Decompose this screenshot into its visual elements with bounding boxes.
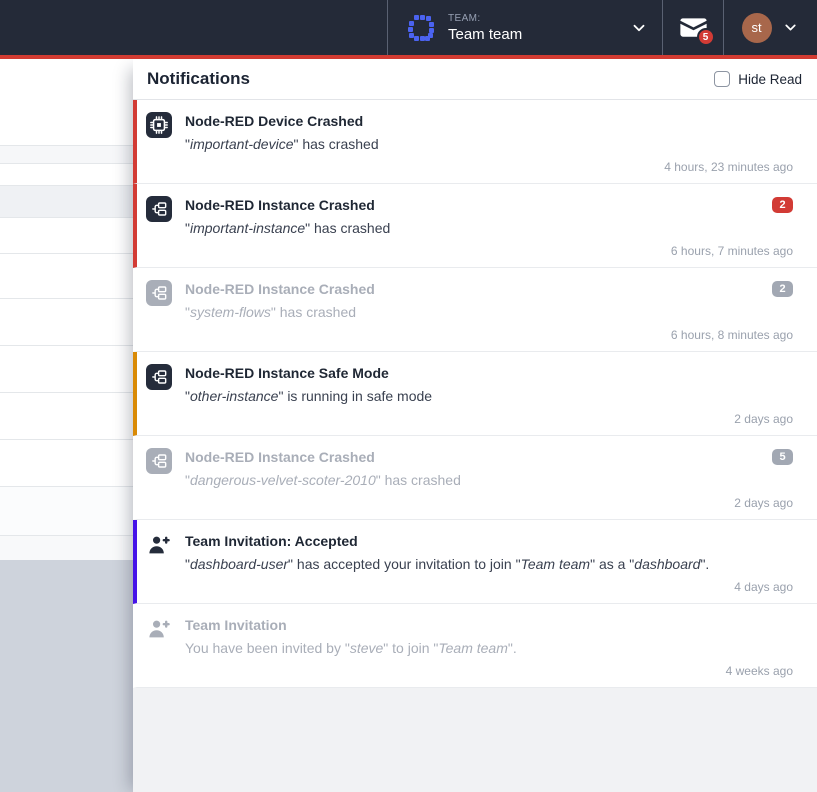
user-add-icon	[146, 532, 172, 558]
notification-time: 2 days ago	[734, 412, 793, 435]
top-navbar: TEAM: Team team 5 st	[0, 0, 817, 59]
underlay-divider	[0, 253, 133, 254]
underlay-divider	[0, 345, 133, 346]
notification-badge: 2	[772, 197, 793, 213]
underlay-row	[0, 146, 133, 163]
notification-message: "dashboard-user" has accepted your invit…	[185, 555, 793, 573]
notification-time: 2 days ago	[734, 496, 793, 519]
team-selector[interactable]: TEAM: Team team	[387, 0, 662, 55]
notification-title: Node-RED Instance Crashed	[185, 280, 375, 298]
notifications-list: Node-RED Device Crashed "important-devic…	[133, 100, 817, 688]
instance-icon	[146, 448, 172, 474]
hide-read-label: Hide Read	[738, 72, 802, 87]
underlay-divider	[0, 163, 133, 164]
notification-item[interactable]: Node-RED Instance Crashed 2 "important-i…	[133, 184, 817, 268]
navbar-spacer	[0, 0, 387, 55]
team-label: TEAM:	[448, 13, 630, 24]
notification-title: Node-RED Instance Crashed	[185, 196, 375, 214]
notification-title: Team Invitation	[185, 616, 287, 634]
notification-message: "important-device" has crashed	[185, 135, 793, 153]
notification-message: "important-instance" has crashed	[185, 219, 793, 237]
instance-icon	[146, 280, 172, 306]
notification-time: 4 weeks ago	[726, 664, 793, 687]
underlay-divider	[0, 392, 133, 393]
notification-item[interactable]: Node-RED Instance Safe Mode "other-insta…	[133, 352, 817, 436]
hide-read-toggle[interactable]: Hide Read	[714, 71, 802, 87]
notifications-header: Notifications Hide Read	[133, 59, 817, 100]
notification-title: Team Invitation: Accepted	[185, 532, 358, 550]
notification-badge: 5	[772, 449, 793, 465]
chevron-down-icon	[630, 19, 648, 37]
underlay-row	[0, 536, 133, 560]
notification-item[interactable]: Node-RED Device Crashed "important-devic…	[133, 100, 817, 184]
notification-item[interactable]: Team Invitation: Accepted "dashboard-use…	[133, 520, 817, 604]
mail-badge: 5	[697, 28, 715, 46]
notification-item[interactable]: Team Invitation You have been invited by…	[133, 604, 817, 688]
notification-time: 4 hours, 23 minutes ago	[664, 160, 793, 183]
instance-icon	[146, 364, 172, 390]
user-menu[interactable]: st	[723, 0, 817, 55]
underlay-divider	[0, 298, 133, 299]
underlay-divider	[0, 217, 133, 218]
notification-message: You have been invited by "steve" to join…	[185, 639, 793, 657]
notification-title: Node-RED Instance Crashed	[185, 448, 375, 466]
avatar-initials: st	[751, 20, 761, 35]
team-name: Team team	[448, 26, 630, 43]
device-icon	[146, 112, 172, 138]
team-icon	[406, 13, 436, 43]
notification-time: 6 hours, 8 minutes ago	[671, 328, 793, 351]
panel-title: Notifications	[147, 69, 714, 89]
notification-title: Node-RED Device Crashed	[185, 112, 363, 130]
notification-message: "system-flows" has crashed	[185, 303, 793, 321]
notification-title: Node-RED Instance Safe Mode	[185, 364, 389, 382]
underlay-gray-block	[0, 560, 133, 792]
notification-item[interactable]: Node-RED Instance Crashed 5 "dangerous-v…	[133, 436, 817, 520]
hide-read-checkbox[interactable]	[714, 71, 730, 87]
notification-message: "other-instance" is running in safe mode	[185, 387, 793, 405]
notification-message: "dangerous-velvet-scoter-2010" has crash…	[185, 471, 793, 489]
avatar: st	[742, 13, 772, 43]
notifications-panel: Notifications Hide Read Node-RED Device …	[133, 59, 817, 792]
team-selector-texts: TEAM: Team team	[448, 13, 630, 43]
user-add-icon	[146, 616, 172, 642]
notification-time: 4 days ago	[734, 580, 793, 603]
underlay-row	[0, 487, 133, 535]
notification-time: 6 hours, 7 minutes ago	[671, 244, 793, 267]
notification-item[interactable]: Node-RED Instance Crashed 2 "system-flow…	[133, 268, 817, 352]
instance-icon	[146, 196, 172, 222]
underlay-divider	[0, 439, 133, 440]
notification-badge: 2	[772, 281, 793, 297]
underlay-row	[0, 186, 133, 217]
notifications-inbox-button[interactable]: 5	[662, 0, 723, 55]
mail-icon: 5	[680, 17, 707, 38]
chevron-down-icon	[782, 19, 800, 37]
